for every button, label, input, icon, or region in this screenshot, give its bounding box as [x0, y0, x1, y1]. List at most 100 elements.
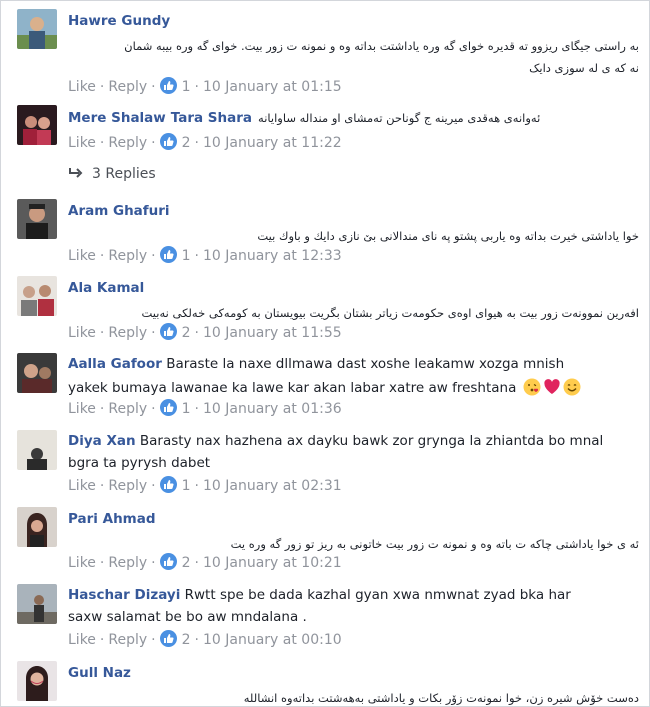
separator: ·: [194, 325, 199, 341]
heart-emoji-icon: [543, 378, 561, 403]
avatar[interactable]: [17, 584, 57, 624]
like-link[interactable]: Like: [68, 401, 96, 417]
comment-text: ئەوانەی ھەقدی میرینە ج گوناحن تەمشای او …: [258, 111, 541, 125]
comment-text-line: saxw salamat be bo aw mndalana .: [68, 609, 307, 625]
separator: ·: [151, 632, 156, 648]
comment-author[interactable]: Haschar Dizayi: [68, 587, 180, 603]
reply-link[interactable]: Reply: [108, 632, 147, 648]
separator: ·: [151, 135, 156, 151]
comment-author[interactable]: Gull Naz: [68, 665, 131, 681]
separator: ·: [99, 555, 105, 571]
like-link[interactable]: Like: [68, 478, 96, 494]
comments-panel: Hawre Gundy به راستی جیگای ریزوو ته قدیر…: [0, 0, 650, 707]
reply-link[interactable]: Reply: [108, 478, 147, 494]
reply-link[interactable]: Reply: [108, 79, 147, 95]
like-link[interactable]: Like: [68, 248, 96, 264]
like-reaction-icon[interactable]: [159, 630, 177, 647]
comment-text: Diya Xan Barasty nax hazhena ax dayku ba…: [68, 430, 639, 452]
comment-text: Haschar Dizayi Rwtt spe be dada kazhal g…: [68, 584, 639, 606]
comment-timestamp[interactable]: 10 January at 12:33: [203, 248, 342, 264]
like-reaction-icon[interactable]: [159, 133, 177, 150]
avatar[interactable]: [17, 199, 57, 239]
separator: ·: [99, 632, 105, 648]
avatar[interactable]: [17, 430, 57, 470]
comment-timestamp[interactable]: 10 January at 11:22: [203, 135, 342, 151]
comment-actions: Like · Reply · 2 · 10 January at 11:55: [68, 323, 342, 343]
avatar[interactable]: [17, 105, 57, 145]
comment-author[interactable]: Diya Xan: [68, 433, 136, 449]
separator: ·: [99, 79, 105, 95]
comment-author[interactable]: Mere Shalaw: [68, 108, 166, 128]
avatar[interactable]: [17, 507, 57, 547]
comment-actions: Like · Reply · 2 · 10 January at 00:10: [68, 630, 342, 650]
comment-text-line: به راستی جیگای ریزوو ته قدیره خوای گه ور…: [124, 39, 639, 53]
comment-timestamp[interactable]: 10 January at 10:21: [203, 555, 342, 571]
separator: ·: [194, 555, 199, 571]
separator: ·: [194, 478, 199, 494]
comment-text: به راستی جیگای ریزوو ته قدیره خوای گه ور…: [68, 35, 639, 79]
avatar[interactable]: [17, 353, 57, 393]
tagged-user-link[interactable]: Tara Shara: [171, 108, 252, 128]
like-link[interactable]: Like: [68, 325, 96, 341]
comment-author[interactable]: Aram Ghafuri: [68, 203, 170, 219]
separator: ·: [194, 135, 199, 151]
avatar[interactable]: [17, 9, 57, 49]
reply-link[interactable]: Reply: [108, 135, 147, 151]
like-count[interactable]: 2: [182, 325, 191, 341]
comment-text-line: نه که ی له سوزی دایک: [529, 61, 639, 75]
like-count[interactable]: 2: [182, 632, 191, 648]
replies-count-label: 3 Replies: [92, 166, 156, 182]
like-reaction-icon[interactable]: [159, 246, 177, 263]
like-link[interactable]: Like: [68, 632, 96, 648]
like-reaction-icon[interactable]: [159, 323, 177, 340]
separator: ·: [194, 248, 199, 264]
comment-author[interactable]: Aalla Gafoor: [68, 356, 162, 372]
like-count[interactable]: 2: [182, 555, 191, 571]
like-count[interactable]: 2: [182, 135, 191, 151]
like-count[interactable]: 1: [182, 79, 191, 95]
comment-timestamp[interactable]: 10 January at 11:55: [203, 325, 342, 341]
reply-link[interactable]: Reply: [108, 325, 147, 341]
like-count[interactable]: 1: [182, 401, 191, 417]
comment-text: ئە ی خوا یاداشتی چاکە ت باتە وە و نمونە …: [230, 537, 639, 551]
like-reaction-icon[interactable]: [159, 399, 177, 416]
like-link[interactable]: Like: [68, 135, 96, 151]
comment-timestamp[interactable]: 10 January at 01:15: [203, 79, 342, 95]
like-link[interactable]: Like: [68, 79, 96, 95]
like-reaction-icon[interactable]: [159, 553, 177, 570]
separator: ·: [194, 401, 199, 417]
comment-timestamp[interactable]: 10 January at 02:31: [203, 478, 342, 494]
reply-link[interactable]: Reply: [108, 248, 147, 264]
like-count[interactable]: 1: [182, 248, 191, 264]
separator: ·: [194, 632, 199, 648]
comment-author[interactable]: Pari Ahmad: [68, 511, 156, 527]
separator: ·: [99, 478, 105, 494]
comment-text: دەست خۆش شیرە زن، خوا نمونەت زۆر بکات و …: [243, 691, 639, 705]
smiling-face-emoji-icon: [563, 378, 581, 403]
view-replies-link[interactable]: 3 Replies: [68, 164, 156, 184]
comment-text: Aalla Gafoor Baraste la naxe dllmawa das…: [68, 353, 639, 375]
comment-timestamp[interactable]: 10 January at 00:10: [203, 632, 342, 648]
comment-text-line: yakek bumaya lawanae ka lawe kar akan la…: [68, 380, 517, 396]
reply-link[interactable]: Reply: [108, 555, 147, 571]
separator: ·: [151, 555, 156, 571]
comment-actions: Like · Reply · 1 · 10 January at 02:31: [68, 476, 342, 496]
comment-timestamp[interactable]: 10 January at 01:36: [203, 401, 342, 417]
comment-author[interactable]: Ala Kamal: [68, 280, 144, 296]
comment-author[interactable]: Hawre Gundy: [68, 13, 170, 29]
separator: ·: [194, 79, 199, 95]
avatar[interactable]: [17, 661, 57, 701]
comment-text-line: Baraste la naxe dllmawa dast xoshe leaka…: [166, 356, 565, 372]
like-reaction-icon[interactable]: [159, 77, 177, 94]
comment-text: افەرین نموونەت زور بیت بە ھیوای اوەی حکو…: [141, 306, 640, 320]
like-link[interactable]: Like: [68, 555, 96, 571]
comment-text: خوا یاداشتی خیرت بداته وه یاربی پشتو په …: [257, 229, 639, 243]
separator: ·: [99, 248, 105, 264]
avatar[interactable]: [17, 276, 57, 316]
separator: ·: [99, 401, 105, 417]
like-reaction-icon[interactable]: [159, 476, 177, 493]
like-count[interactable]: 1: [182, 478, 191, 494]
kissing-face-emoji-icon: [523, 378, 541, 403]
separator: ·: [151, 478, 156, 494]
reply-link[interactable]: Reply: [108, 401, 147, 417]
